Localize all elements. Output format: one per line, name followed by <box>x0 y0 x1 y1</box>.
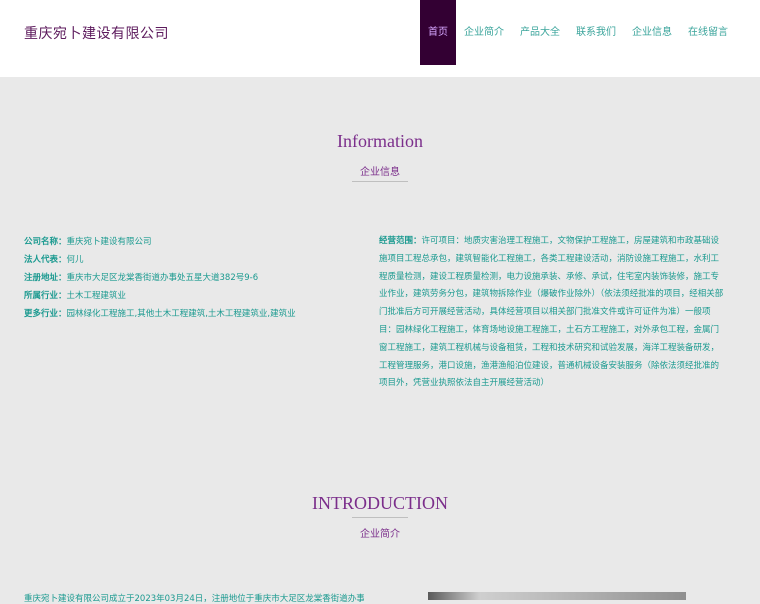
field-industry: 所属行业：土木工程建筑业 <box>24 291 127 301</box>
information-title: Information <box>337 131 423 151</box>
introduction-text: 重庆宛卜建设有限公司成立于2023年03月24日，注册地位于重庆市大足区龙棠香街… <box>24 594 364 604</box>
company-logo-text[interactable]: 重庆宛卜建设有限公司 <box>24 23 169 43</box>
introduction-divider <box>352 517 408 518</box>
field-address: 注册地址：重庆市大足区龙棠香街道办事处五星大道382号9-6 <box>24 273 259 283</box>
nav-about[interactable]: 企业简介 <box>456 0 512 65</box>
information-divider <box>352 181 408 182</box>
header: 重庆宛卜建设有限公司 首页 企业简介 产品大全 联系我们 企业信息 在线留言 <box>0 0 760 77</box>
nav-message[interactable]: 在线留言 <box>680 0 736 65</box>
introduction-title: INTRODUCTION <box>312 493 448 513</box>
nav-contact[interactable]: 联系我们 <box>568 0 624 65</box>
introduction-subtitle: 企业简介 <box>360 529 400 540</box>
field-company-name: 公司名称：重庆宛卜建设有限公司 <box>24 237 152 247</box>
nav-company-info[interactable]: 企业信息 <box>624 0 680 65</box>
introduction-image <box>428 592 686 600</box>
nav-products[interactable]: 产品大全 <box>512 0 568 65</box>
company-fields: 公司名称：重庆宛卜建设有限公司 法人代表：何儿 注册地址：重庆市大足区龙棠香街道… <box>24 233 354 323</box>
information-subtitle: 企业信息 <box>360 167 400 178</box>
business-scope-label: 经营范围： <box>379 236 422 246</box>
business-scope: 经营范围：许可项目：地质灾害治理工程施工，文物保护工程施工，房屋建筑和市政基础设… <box>379 233 725 393</box>
field-legal-rep: 法人代表：何儿 <box>24 255 84 265</box>
main-nav: 首页 企业简介 产品大全 联系我们 企业信息 在线留言 <box>420 0 736 65</box>
nav-home[interactable]: 首页 <box>420 0 456 65</box>
business-scope-text: 许可项目：地质灾害治理工程施工，文物保护工程施工，房屋建筑和市政基础设施项目工程… <box>379 236 724 389</box>
field-more-industries: 更多行业：园林绿化工程施工,其他土木工程建筑,土木工程建筑业,建筑业 <box>24 309 296 319</box>
